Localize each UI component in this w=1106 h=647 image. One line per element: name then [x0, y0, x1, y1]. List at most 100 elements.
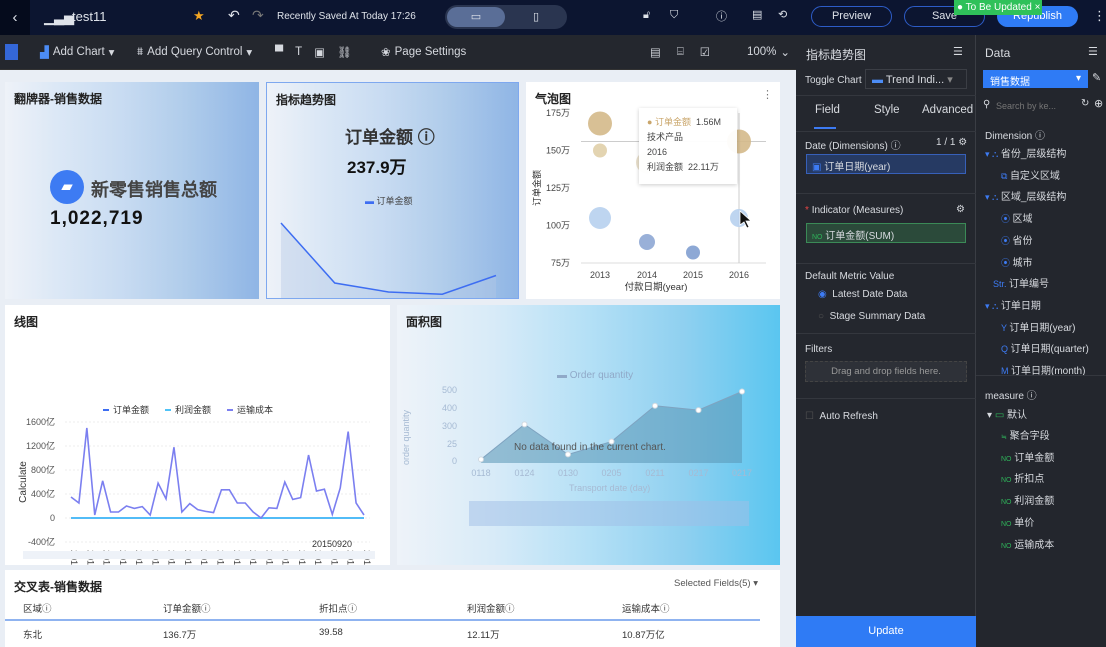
add-icon[interactable]: ⊕	[1094, 97, 1103, 110]
auto-refresh-checkbox[interactable]: ☐ Auto Refresh	[805, 411, 878, 422]
zoom-value: 100%	[747, 46, 777, 58]
tooltip-category: 技术产品	[647, 132, 684, 142]
dimension-field[interactable]: ⦿ 区域	[1001, 210, 1033, 225]
radio-stage[interactable]: ○ Stage Summary Data	[818, 311, 925, 322]
sync-icon[interactable]: ⟲	[778, 8, 787, 21]
dataset-select[interactable]: 销售数据 ▾	[983, 70, 1088, 88]
collapse-icon[interactable]: ☰	[953, 45, 963, 58]
shield-icon[interactable]: ⛉	[670, 9, 678, 22]
range-slider[interactable]	[23, 551, 375, 559]
area-card[interactable]: 面积图 500 400 300 25 0 0118 0124 0130 0205 0211 0217…	[397, 305, 780, 565]
tab-style[interactable]: Style	[874, 104, 900, 116]
measure-field[interactable]: NO 单价	[1001, 514, 1034, 529]
column-header[interactable]: 运输成本ⓘ	[622, 601, 670, 615]
legend-marker	[103, 409, 109, 411]
dashboard-title[interactable]: test11	[72, 9, 106, 24]
info-icon[interactable]: ⓘ	[418, 128, 435, 147]
back-icon[interactable]: ‹	[0, 0, 30, 35]
dimension-field[interactable]: ⦿ 城市	[1001, 254, 1033, 269]
undo-icon[interactable]: ↶	[228, 7, 240, 24]
field-type-icon: ▾ ⛬	[985, 300, 1001, 311]
number-icon: NO	[1001, 520, 1012, 528]
data-point	[521, 421, 528, 428]
trend-card[interactable]: 指标趋势图 订单金额 ⓘ 237.9万 ▬ 订单金额	[266, 82, 519, 299]
preview-button[interactable]: Preview	[811, 6, 892, 27]
dimension-field[interactable]: ▾ ⛬ 省份_层级结构	[985, 145, 1066, 160]
update-notice: ● To Be Updated ×	[954, 0, 1042, 15]
filter-drop-zone[interactable]: Drag and drop fields here.	[805, 361, 967, 382]
measure-field[interactable]: ≒ 聚合字段	[1001, 427, 1050, 442]
tooltip-series-value: 1.56M	[695, 117, 721, 127]
date-field-chip[interactable]: ▣ 订单日期(year)	[806, 154, 966, 174]
report-icon[interactable]: ▤	[650, 45, 661, 59]
close-icon[interactable]: ×	[1035, 2, 1041, 13]
layout-icon[interactable]	[5, 44, 18, 60]
measure-field[interactable]: NO 利润金额	[1001, 492, 1054, 507]
tab-component-icon[interactable]: ▀	[275, 46, 283, 58]
flip-card[interactable]: 翻牌器-销售数据 ▰ 新零售销售总额 1,022,719	[5, 82, 259, 299]
trend-metric: 订单金额	[345, 128, 413, 147]
tab-advanced[interactable]: Advanced	[922, 104, 973, 116]
more-icon[interactable]: ⋮	[1093, 8, 1106, 24]
zoom-select[interactable]: 100% ⌄	[747, 45, 790, 59]
column-header[interactable]: 折扣点ⓘ	[319, 601, 357, 615]
brush-icon[interactable]: ⌸	[677, 46, 684, 59]
default-metric-label: Default Metric Value	[805, 271, 895, 282]
selected-fields-dropdown[interactable]: Selected Fields(5) ▾	[674, 578, 758, 589]
lock-icon[interactable]: 🔓︎	[643, 9, 650, 22]
dimension-field[interactable]: Str. 订单编号	[993, 275, 1049, 290]
query-icon: ⩩	[137, 45, 144, 58]
check-icon[interactable]: ☑	[700, 45, 710, 59]
page-settings-button[interactable]: ❀ Page Settings	[381, 45, 466, 59]
dimension-field[interactable]: Q 订单日期(quarter)	[1001, 340, 1089, 355]
link-icon[interactable]: ⛓	[337, 45, 352, 59]
folder-default[interactable]: ▾ ▭ 默认	[987, 406, 1027, 421]
tab-field[interactable]: Field	[815, 104, 840, 116]
image-icon[interactable]: ▣	[314, 45, 325, 59]
help-icon[interactable]: ⓘ	[716, 8, 727, 24]
field-search-input[interactable]	[996, 97, 1078, 115]
toolbar: ▟ Add Chart ▾ ⩩ Add Query Control ▾ ▀ T ▣ ⛓ ❀…	[0, 35, 796, 70]
star-icon[interactable]: ★	[193, 8, 205, 24]
field-type-icon: ⧉	[1001, 170, 1010, 181]
measure-field[interactable]: NO 运输成本	[1001, 536, 1054, 551]
dimension-field[interactable]: ⦿ 省份	[1001, 232, 1033, 247]
mobile-icon[interactable]: ▯	[507, 7, 565, 27]
range-slider[interactable]	[469, 501, 749, 526]
dimension-field[interactable]: Y 订单日期(year)	[1001, 319, 1075, 334]
y-axis-label: 订单金额	[531, 170, 542, 206]
cross-table-card[interactable]: 交叉表-销售数据 Selected Fields(5) ▾ 区域ⓘ 订单金额ⓘ 折扣…	[5, 570, 780, 647]
gear-icon[interactable]: ⚙	[956, 204, 965, 215]
column-header[interactable]: 订单金额ⓘ	[163, 601, 211, 615]
chart-type-select[interactable]: ▬ Trend Indi... ▾	[865, 69, 967, 89]
measure-field[interactable]: NO 订单金额	[1001, 449, 1054, 464]
measure-field[interactable]: NO 折扣点	[1001, 470, 1044, 485]
add-chart-button[interactable]: ▟ Add Chart ▾	[40, 45, 114, 59]
panel-title: 指标趋势图	[806, 48, 867, 62]
text-icon[interactable]: T	[295, 46, 302, 58]
settings-doc-icon[interactable]: ▤	[752, 8, 762, 21]
indicator-field-chip[interactable]: NO 订单金额(SUM)	[806, 223, 966, 243]
area-chart: 500 400 300 25 0 0118 0124 0130 0205 0211 0217 0217	[442, 385, 752, 478]
column-header[interactable]: 区域ⓘ	[23, 601, 52, 615]
gear-icon[interactable]: ⚙	[958, 137, 967, 148]
desktop-icon[interactable]: ▭	[447, 7, 505, 27]
legend-label: 利润金额	[175, 404, 211, 415]
redo-icon[interactable]: ↷	[252, 7, 264, 24]
data-point	[739, 388, 745, 395]
refresh-icon[interactable]: ↻	[1081, 98, 1089, 109]
line-card[interactable]: 线图 1600亿1200亿800亿400亿0-400亿Calculate2015…	[5, 305, 390, 565]
radio-latest[interactable]: ◉ Latest Date Data	[818, 289, 907, 300]
bubble-card[interactable]: 气泡图 ⋮ 175万 150万 125万 100万 75万 2013 2014 2015 201…	[526, 82, 780, 299]
legend-label: 订单金额	[113, 404, 149, 415]
column-header[interactable]: 利润金额ⓘ	[467, 601, 515, 615]
x-tick-label: 0217	[732, 468, 752, 478]
collapse-icon[interactable]: ☰	[1088, 45, 1098, 58]
dimension-field[interactable]: ⧉ 自定义区域	[1001, 167, 1060, 182]
dimension-field[interactable]: ▾ ⛬ 区域_层级结构	[985, 188, 1066, 203]
edit-icon[interactable]: ✎	[1092, 71, 1101, 84]
update-button[interactable]: Update	[796, 616, 976, 647]
dimension-header: Dimension ⓘ	[985, 131, 1046, 142]
dimension-field[interactable]: ▾ ⛬ 订单日期	[985, 297, 1041, 312]
add-query-control-button[interactable]: ⩩ Add Query Control ▾	[137, 45, 252, 60]
